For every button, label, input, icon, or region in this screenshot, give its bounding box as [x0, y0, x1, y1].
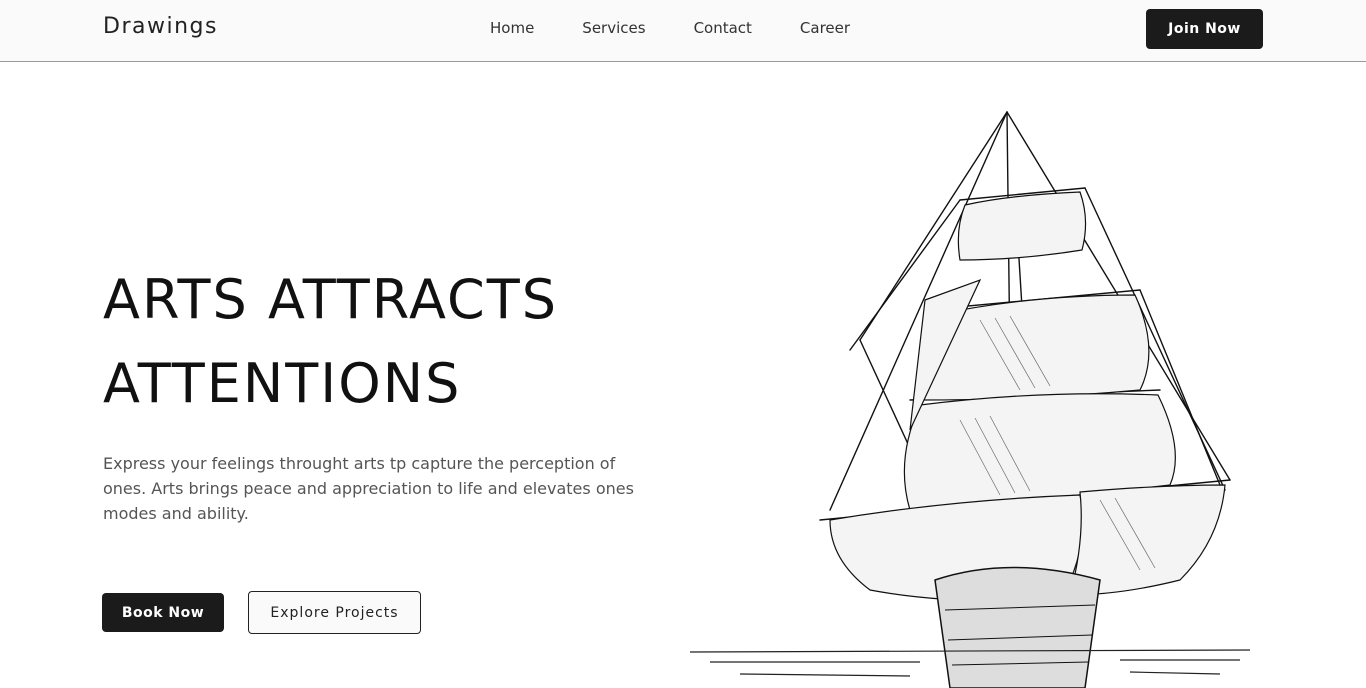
join-now-button[interactable]: Join Now [1146, 9, 1263, 49]
book-now-button[interactable]: Book Now [102, 593, 224, 632]
hero-title-line-1: ARTS ATTRACTS [103, 268, 559, 331]
hero-title: ARTS ATTRACTS ATTENTIONS [103, 258, 683, 426]
hero-description: Express your feelings throught arts tp c… [103, 454, 634, 523]
nav-links: Home Services Contact Career [490, 19, 898, 37]
explore-projects-button[interactable]: Explore Projects [248, 591, 421, 634]
nav-link-services[interactable]: Services [582, 19, 645, 37]
nav-link-home[interactable]: Home [490, 19, 534, 37]
navbar: Drawings Home Services Contact Career Jo… [0, 0, 1366, 62]
hero-title-line-2: ATTENTIONS [103, 352, 462, 415]
nav-link-contact[interactable]: Contact [694, 19, 752, 37]
nav-link-career[interactable]: Career [800, 19, 850, 37]
brand-logo[interactable]: Drawings [103, 14, 218, 39]
sailing-ship-sketch-icon [689, 111, 1251, 688]
